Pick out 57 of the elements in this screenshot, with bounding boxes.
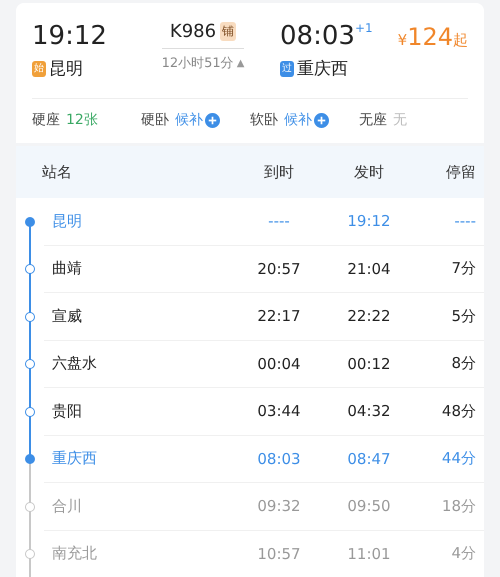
stop-duration: 4分 <box>451 544 476 564</box>
station-name: 南充北 <box>52 544 97 564</box>
stop-duration: ---- <box>454 212 476 230</box>
station-name: 曲靖 <box>52 259 82 278</box>
arrival-time-cell: 22:17 <box>257 307 301 326</box>
station-name: 宣威 <box>52 306 82 326</box>
station-name: 贵阳 <box>52 402 82 421</box>
arrival-time-cell: 20:57 <box>257 260 301 278</box>
price: ¥124起 <box>398 23 468 51</box>
station-name: 合川 <box>52 496 82 516</box>
arrival-time-cell: 09:32 <box>257 497 301 516</box>
departure-time-cell: 19:12 <box>347 212 391 230</box>
departure-time-cell: 21:04 <box>347 260 391 278</box>
station-name: 昆明 <box>52 212 82 231</box>
destination-station: 重庆西 <box>297 58 348 80</box>
seat-availability[interactable]: 候补 <box>284 111 312 129</box>
arrival-time-cell: 00:04 <box>257 354 301 373</box>
departure-time: 19:12 <box>32 21 108 51</box>
station-name: 重庆西 <box>52 449 97 468</box>
column-header: 停留 <box>445 162 477 182</box>
seat-class: 软卧 <box>250 111 278 129</box>
seat-class: 无座 <box>359 111 387 129</box>
plus-icon[interactable] <box>205 112 220 128</box>
day-offset: +1 <box>354 21 373 35</box>
seat-availability: 12张 <box>66 111 98 129</box>
stop-duration: 44分 <box>442 449 476 468</box>
arrival-time-cell: 08:03 <box>257 450 301 468</box>
arrival-time-cell: 10:57 <box>257 544 301 563</box>
arrival-time-cell: ---- <box>268 212 290 230</box>
origin-station: 昆明 <box>49 58 83 80</box>
train-number: K986 <box>170 21 216 42</box>
pass-tag: 过 <box>280 60 294 76</box>
seat-class: 硬座 <box>32 111 60 129</box>
plus-icon[interactable] <box>314 112 329 128</box>
column-header: 站名 <box>42 162 73 182</box>
arrival-time: 08:03 <box>280 21 355 51</box>
stop-duration: 7分 <box>451 259 476 278</box>
departure-time-cell: 04:32 <box>347 402 391 420</box>
column-header: 到时 <box>263 162 295 182</box>
duration-toggle[interactable]: 12小时51分 ▲ <box>162 54 244 72</box>
station-name: 六盘水 <box>52 354 97 374</box>
departure-time-cell: 08:47 <box>347 450 391 468</box>
seat-availability[interactable]: 候补 <box>175 111 203 129</box>
seat-availability: 无 <box>393 111 407 129</box>
departure-time-cell: 22:22 <box>347 307 391 326</box>
stop-duration: 48分 <box>442 402 476 421</box>
stop-duration: 18分 <box>442 496 476 516</box>
berth-tag: 铺 <box>220 22 236 41</box>
column-header: 发时 <box>353 162 385 182</box>
departure-time-cell: 00:12 <box>347 354 391 373</box>
departure-time-cell: 11:01 <box>347 544 391 563</box>
departure-time-cell: 09:50 <box>347 497 391 516</box>
stop-duration: 5分 <box>451 306 476 326</box>
arrival-time-cell: 03:44 <box>257 402 301 420</box>
origin-tag: 始 <box>32 60 46 76</box>
seat-class: 硬卧 <box>141 111 169 129</box>
stop-duration: 8分 <box>451 354 476 374</box>
